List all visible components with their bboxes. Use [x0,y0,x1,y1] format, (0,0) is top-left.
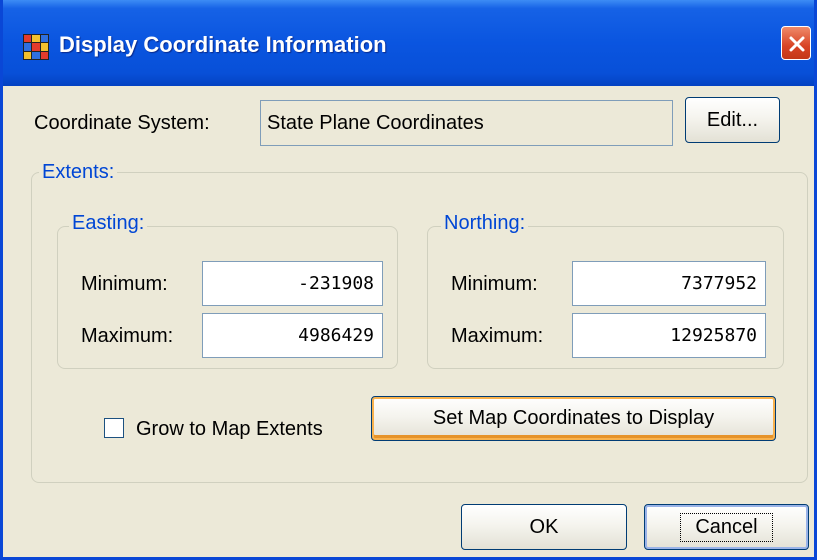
close-icon [789,36,805,52]
title-bar[interactable]: Display Coordinate Information [3,0,814,86]
easting-maximum-label: Maximum: [81,325,174,347]
northing-maximum-input[interactable] [572,313,766,358]
edit-button[interactable]: Edit... [685,97,780,143]
easting-maximum-input[interactable] [202,313,383,358]
coordinate-system-value: State Plane Coordinates [267,111,484,134]
easting-group-title: Easting: [69,212,148,235]
grid-app-icon [23,34,49,60]
northing-maximum-label: Maximum: [451,325,544,347]
extents-group-title: Extents: [39,161,118,184]
northing-group-title: Northing: [441,212,529,235]
ok-button[interactable]: OK [461,504,627,550]
northing-minimum-label: Minimum: [451,273,538,295]
coordinate-system-label: Coordinate System: [34,112,210,134]
grow-to-map-extents-checkbox[interactable] [104,418,124,438]
northing-minimum-input[interactable] [572,261,766,306]
dialog-window: Display Coordinate Information Coordinat… [0,0,817,560]
easting-minimum-input[interactable] [202,261,383,306]
set-map-coordinates-button[interactable]: Set Map Coordinates to Display [371,396,776,441]
cancel-button-label: Cancel [680,512,773,542]
window-title: Display Coordinate Information [59,32,387,57]
easting-minimum-label: Minimum: [81,273,168,295]
close-button[interactable] [781,26,811,60]
cancel-button[interactable]: Cancel [644,504,809,550]
grow-to-map-extents-label[interactable]: Grow to Map Extents [136,418,323,441]
coordinate-system-field: State Plane Coordinates [260,100,673,146]
